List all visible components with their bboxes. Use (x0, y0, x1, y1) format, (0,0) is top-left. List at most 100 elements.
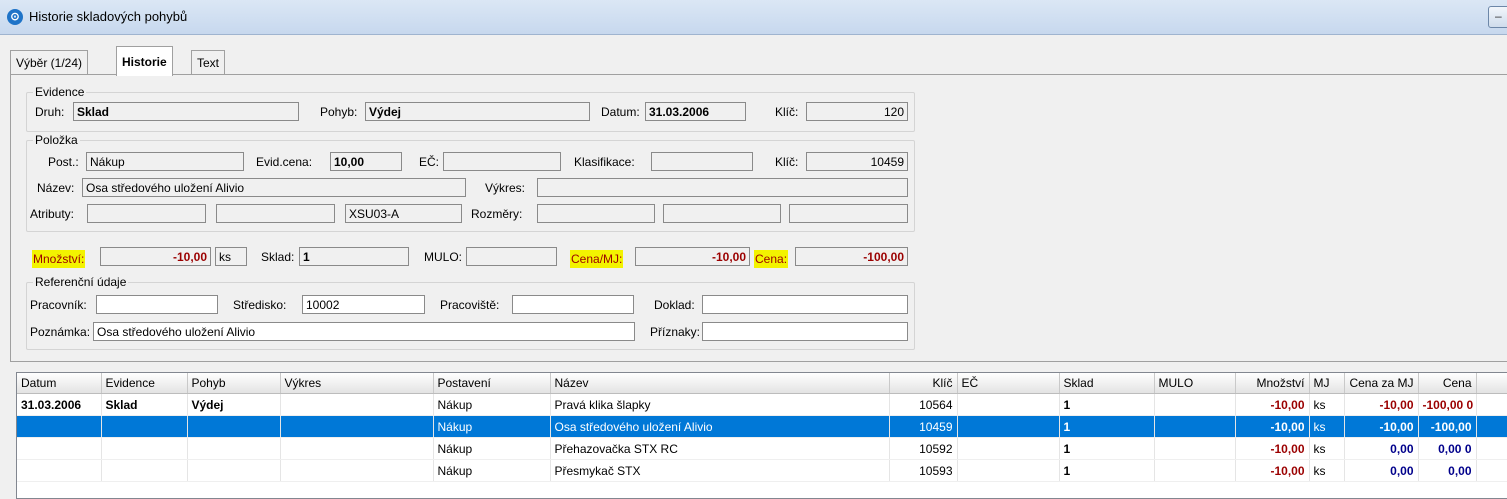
evidence-klic-field[interactable]: 120 (806, 102, 908, 121)
table-cell: Výdej (187, 393, 281, 416)
datum-field[interactable]: 31.03.2006 (645, 102, 746, 121)
nazev-field[interactable]: Osa středového uložení Alivio (82, 178, 466, 197)
column-header[interactable]: Cena (1418, 373, 1477, 394)
nazev-label: Název: (37, 181, 75, 195)
table-cell (1476, 459, 1507, 482)
pracoviste-field[interactable] (512, 295, 634, 314)
cena-mj-label: Cena/MJ: (570, 250, 624, 268)
tab-text[interactable]: Text (191, 50, 226, 75)
priznaky-field[interactable] (702, 322, 908, 341)
mnozstvi-field[interactable]: -10,00 (100, 247, 211, 266)
table-row[interactable]: Nákup Přehazovačka STX RC 10592 1 -10,00 ks 0,… (17, 437, 1507, 460)
table-cell: 0,00 0 (1418, 437, 1477, 460)
title-bar: ⊙ Historie skladových pohybů – (0, 0, 1507, 35)
window-title: Historie skladových pohybů (29, 9, 188, 24)
tab-historie[interactable]: Historie (116, 46, 173, 76)
mulo-label: MULO: (424, 250, 463, 264)
pracovnik-field[interactable] (96, 295, 218, 314)
table-cell (1154, 415, 1236, 438)
rozmer-3-field[interactable] (789, 204, 908, 223)
atributy-label: Atributy: (30, 207, 75, 221)
evid-cena-field[interactable]: 10,00 (330, 152, 402, 171)
mj-field[interactable]: ks (215, 247, 247, 266)
druh-field[interactable]: Sklad (73, 102, 299, 121)
column-header[interactable]: Množství (1235, 373, 1310, 394)
evidence-klic-label: Klíč: (775, 105, 799, 119)
pracoviste-label: Pracoviště: (440, 298, 500, 312)
table-row[interactable]: Nákup Přesmykač STX 10593 1 -10,00 ks 0,00 0,00 (17, 459, 1507, 482)
rozmer-1-field[interactable] (537, 204, 655, 223)
table-cell: Nákup (433, 415, 551, 438)
column-header[interactable]: MJ (1309, 373, 1345, 394)
column-header[interactable]: Pohyb (187, 373, 281, 394)
post-field[interactable]: Nákup (86, 152, 244, 171)
table-cell (17, 459, 102, 482)
table-cell (187, 437, 281, 460)
column-header[interactable]: Název (550, 373, 890, 394)
pohyb-field[interactable]: Výdej (365, 102, 590, 121)
table-cell (187, 415, 281, 438)
history-table: Datum Evidence Pohyb Výkres Postavení Název Kl… (17, 373, 1507, 482)
rozmer-2-field[interactable] (663, 204, 781, 223)
table-cell: ks (1309, 415, 1345, 438)
vykres-field[interactable] (537, 178, 908, 197)
table-cell: 1 (1059, 415, 1155, 438)
evidence-legend: Evidence (35, 85, 85, 99)
atribut-2-field[interactable] (216, 204, 335, 223)
doklad-field[interactable] (702, 295, 908, 314)
doklad-label: Doklad: (654, 298, 695, 312)
atribut-3-field[interactable]: XSU03-A (345, 204, 462, 223)
table-cell (280, 459, 434, 482)
table-row[interactable]: Nákup Osa středového uložení Alivio 10459 1… (17, 415, 1507, 438)
polozka-legend: Položka (35, 133, 78, 147)
table-cell (17, 415, 102, 438)
table-cell: Nákup (433, 393, 551, 416)
column-header[interactable]: Výkres (280, 373, 434, 394)
tab-vyber[interactable]: Výběr (1/24) (10, 50, 89, 75)
table-cell: 1 (1059, 437, 1155, 460)
minimize-button[interactable]: – (1488, 6, 1507, 28)
klasifikace-field[interactable] (651, 152, 753, 171)
column-header[interactable]: Datum (17, 373, 102, 394)
table-cell: 0,00 (1418, 459, 1477, 482)
table-cell (101, 459, 188, 482)
history-grid[interactable]: Datum Evidence Pohyb Výkres Postavení Název Kl… (16, 372, 1507, 499)
stredisko-field[interactable]: 10002 (302, 295, 425, 314)
priznaky-label: Příznaky: (650, 325, 701, 339)
polozka-klic-field[interactable]: 10459 (806, 152, 908, 171)
column-header[interactable]: Sklad (1059, 373, 1155, 394)
table-cell: ks (1309, 437, 1345, 460)
table-row[interactable]: 31.03.2006 Sklad Výdej Nákup Pravá klika šla… (17, 393, 1507, 416)
grid-header-row: Datum Evidence Pohyb Výkres Postavení Název Kl… (17, 373, 1507, 394)
datum-label: Datum: (601, 105, 640, 119)
column-header[interactable]: EČ (957, 373, 1060, 394)
column-header[interactable]: Cena za MJ (1344, 373, 1419, 394)
grid-body: 31.03.2006 Sklad Výdej Nákup Pravá klika šla… (17, 393, 1507, 482)
column-header[interactable]: Klíč (889, 373, 958, 394)
table-cell: Nákup (433, 437, 551, 460)
stredisko-label: Středisko: (233, 298, 287, 312)
column-header[interactable]: Evidence (101, 373, 188, 394)
ec-field[interactable] (443, 152, 561, 171)
table-cell: 0,00 (1344, 437, 1419, 460)
poznamka-label: Poznámka: (30, 325, 91, 339)
table-cell: ks (1309, 459, 1345, 482)
column-header[interactable]: Postavení (433, 373, 551, 394)
mulo-field[interactable] (466, 247, 557, 266)
column-header[interactable] (1476, 373, 1507, 394)
column-header[interactable]: MULO (1154, 373, 1236, 394)
cena-mj-field[interactable]: -10,00 (635, 247, 750, 266)
table-cell (957, 415, 1060, 438)
table-cell (957, 437, 1060, 460)
atribut-1-field[interactable] (87, 204, 206, 223)
table-cell: Sklad (101, 393, 188, 416)
table-cell (1154, 393, 1236, 416)
table-cell: -10,00 (1235, 393, 1310, 416)
rozmery-label: Rozměry: (471, 207, 523, 221)
mnozstvi-label: Množství: (32, 250, 86, 268)
table-cell: -10,00 (1344, 415, 1419, 438)
cena-field[interactable]: -100,00 (795, 247, 908, 266)
poznamka-field[interactable]: Osa středového uložení Alivio (93, 322, 635, 341)
table-cell: -10,00 (1235, 415, 1310, 438)
sklad-field[interactable]: 1 (299, 247, 409, 266)
